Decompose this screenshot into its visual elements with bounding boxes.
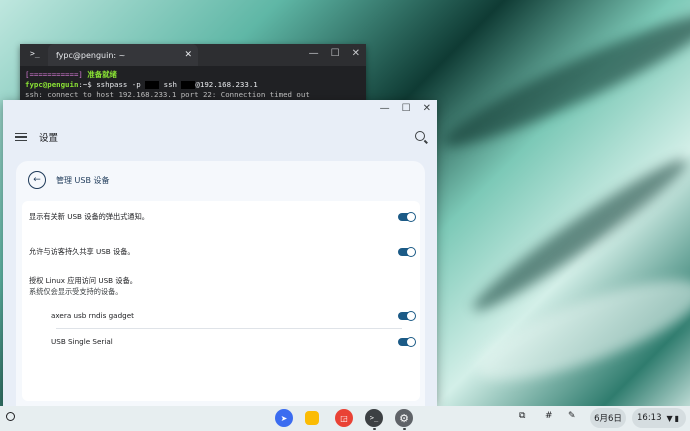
battery-icon: ▮ (674, 413, 680, 423)
terminal-tab[interactable]: fypc@penguin: ~ ✕ (48, 44, 198, 66)
settings-list: 显示有关新 USB 设备的弹出式通知。 允许与访客持久共享 USB 设备。 授权… (22, 201, 420, 401)
settings-window[interactable]: — ☐ ✕ 设置 ← 管理 USB 设备 显示有关新 USB 设备的弹出式通知。… (3, 100, 437, 406)
prompt-user: fypc@penguin (25, 80, 79, 89)
gemini-app-icon[interactable]: ➤ (275, 409, 293, 427)
maximize-icon[interactable]: ☐ (402, 103, 411, 114)
hash-icon[interactable]: # (545, 411, 553, 421)
prompt-path: :~$ (78, 80, 92, 89)
command-part: ssh (159, 80, 182, 89)
date-text: 6月6日 (594, 414, 622, 424)
terminal-glyph: >_ (369, 414, 379, 422)
terminal-tab-title: fypc@penguin: ~ (56, 50, 126, 60)
wifi-icon: ▼ (666, 413, 673, 423)
launcher-icon[interactable] (6, 412, 15, 421)
shelf: ➤ ◲ >_ ⚙ ⧉ # ✎ 6月6日 16:13 ▼ ▮ (0, 406, 690, 431)
minimize-icon[interactable]: — (309, 48, 319, 59)
running-indicator (403, 428, 406, 430)
ready-text: 准备就绪 (87, 70, 117, 79)
terminal-app-icon[interactable]: >_ (365, 409, 383, 427)
windows-icon[interactable]: ⧉ (519, 411, 525, 421)
wallpaper-streak (435, 0, 690, 162)
row-linux-sublabel: 系统仅会显示受支持的设备。 (29, 287, 123, 296)
close-tab-icon[interactable]: ✕ (184, 50, 192, 60)
guest-share-toggle[interactable] (398, 246, 416, 257)
row-notify-label: 显示有关新 USB 设备的弹出式通知。 (29, 212, 149, 221)
command-part: @192.168.233.1 (195, 80, 258, 89)
close-icon[interactable]: ✕ (423, 103, 431, 114)
device-axera-toggle[interactable] (398, 310, 416, 321)
settings-title: 设置 (39, 133, 59, 144)
device-axera-label: axera usb rndis gadget (51, 311, 134, 320)
divider (56, 328, 402, 329)
error-line: ssh: connect to host 192.168.233.1 port … (25, 90, 310, 99)
running-indicator (373, 428, 376, 430)
row-linux-label: 授权 Linux 应用访问 USB 设备。 (29, 276, 137, 285)
redaction (145, 81, 160, 89)
usb-settings-card: ← 管理 USB 设备 显示有关新 USB 设备的弹出式通知。 允许与访客持久共… (16, 161, 425, 406)
settings-header: 设置 (3, 122, 437, 152)
page-title: 管理 USB 设备 (56, 175, 110, 185)
device-serial-toggle[interactable] (398, 336, 416, 347)
minimize-icon[interactable]: — (380, 103, 390, 114)
files-app-icon[interactable] (305, 411, 319, 425)
arrow-left-icon: ← (33, 175, 41, 185)
back-button[interactable]: ← (28, 171, 46, 189)
maximize-icon[interactable]: ☐ (331, 48, 340, 59)
redaction (181, 81, 196, 89)
device-serial-label: USB Single Serial (51, 337, 113, 346)
close-icon[interactable]: ✕ (352, 48, 360, 59)
screenshot-app-icon[interactable]: ◲ (335, 409, 353, 427)
search-icon[interactable] (415, 131, 425, 141)
settings-app-icon[interactable]: ⚙ (395, 409, 413, 427)
progress-bar-text: [===========] (25, 70, 83, 79)
terminal-output[interactable]: [===========] 准备就绪 fypc@penguin:~$ sshpa… (20, 66, 366, 104)
status-area[interactable]: 16:13 ▼ ▮ (632, 408, 686, 428)
date-pill[interactable]: 6月6日 (590, 408, 626, 428)
command-part: sshpass -p (91, 80, 141, 89)
terminal-titlebar[interactable]: >_ fypc@penguin: ~ ✕ — ☐ ✕ (20, 44, 366, 66)
notify-toggle[interactable] (398, 211, 416, 222)
time-text: 16:13 (637, 413, 662, 423)
row-guest-label: 允许与访客持久共享 USB 设备。 (29, 247, 135, 256)
terminal-icon: >_ (30, 49, 40, 58)
menu-icon[interactable] (15, 132, 27, 142)
pen-icon[interactable]: ✎ (568, 411, 576, 421)
